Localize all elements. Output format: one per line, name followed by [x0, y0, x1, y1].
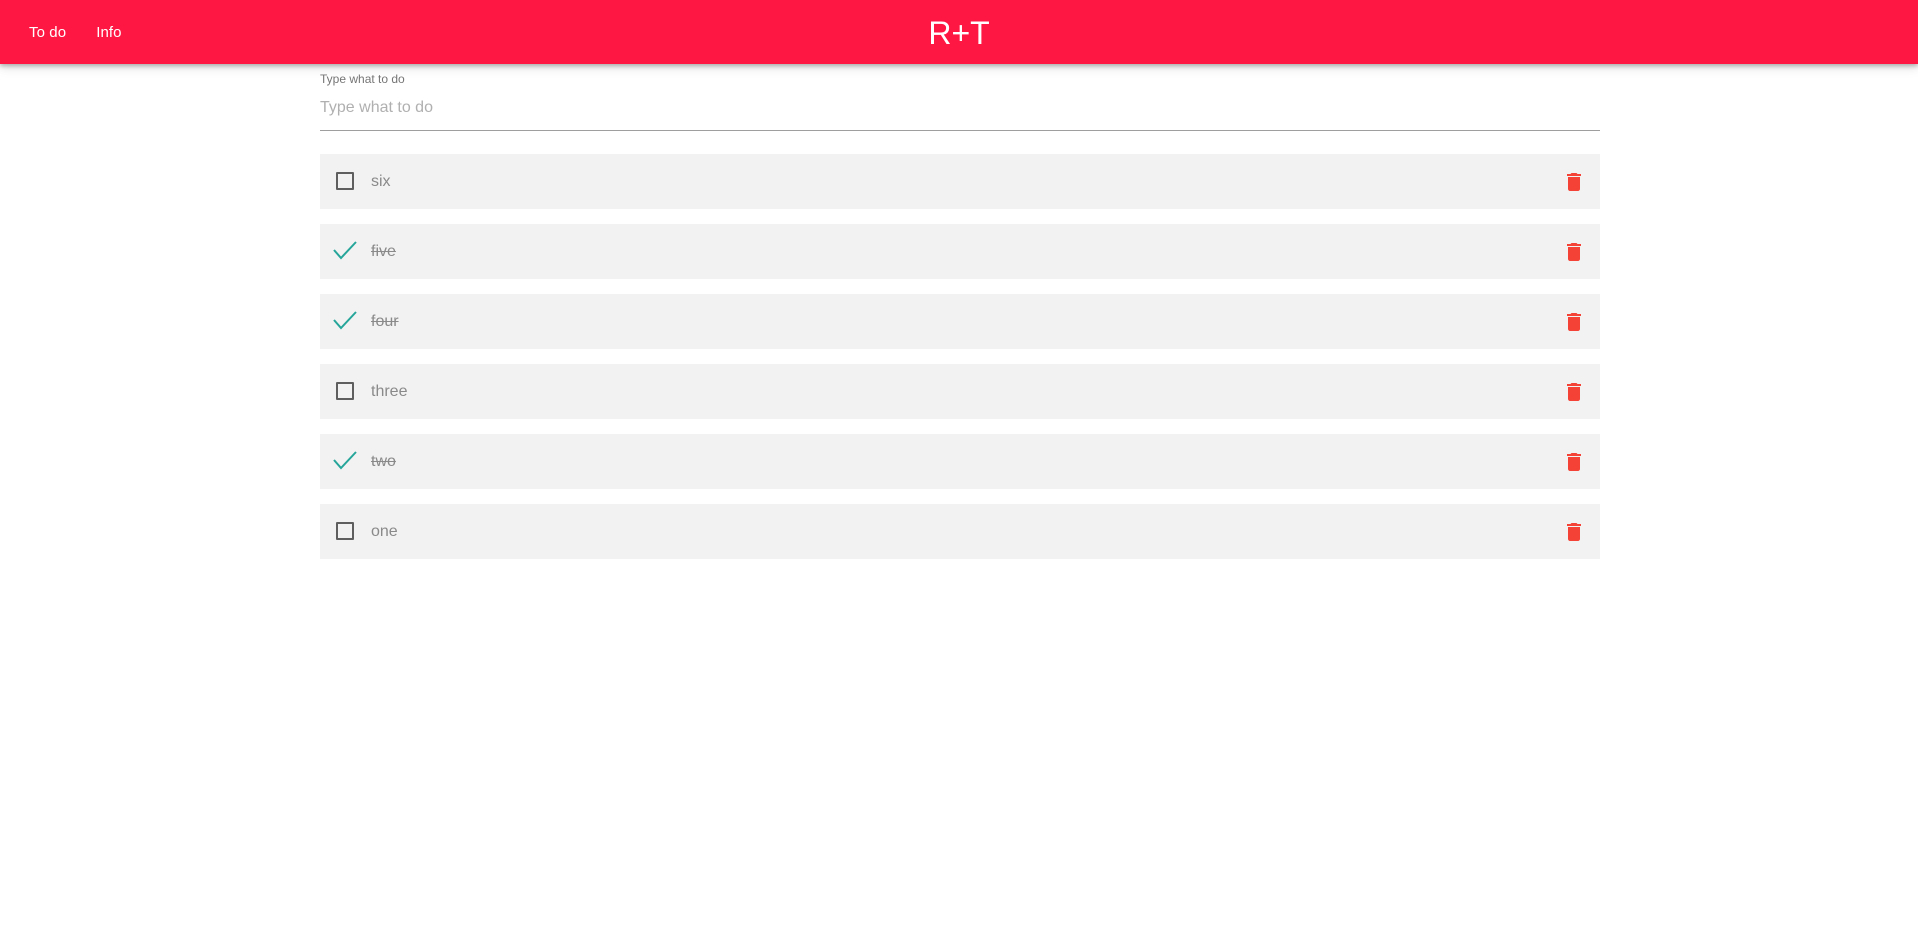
check-icon[interactable]	[333, 310, 357, 332]
checkbox-outline-icon[interactable]	[334, 520, 356, 542]
todo-item: six	[320, 154, 1600, 209]
new-todo-label: Type what to do	[320, 72, 405, 86]
todo-item: two	[320, 434, 1600, 489]
todo-item-text: six	[371, 173, 391, 190]
trash-icon[interactable]	[1562, 310, 1586, 334]
app-title: R+T	[928, 15, 990, 51]
todo-item: five	[320, 224, 1600, 279]
todo-list: six five four three two one	[320, 154, 1600, 574]
main-content: Type what to do six five four three two one	[320, 64, 1600, 559]
new-todo-field: Type what to do	[320, 64, 1600, 131]
todo-item-text: three	[371, 383, 408, 400]
todo-item-text: two	[371, 453, 396, 470]
trash-icon[interactable]	[1562, 240, 1586, 264]
trash-icon[interactable]	[1562, 450, 1586, 474]
trash-icon[interactable]	[1562, 520, 1586, 544]
check-icon[interactable]	[333, 240, 357, 262]
new-todo-input[interactable]	[320, 96, 1600, 120]
trash-icon[interactable]	[1562, 380, 1586, 404]
todo-item-text: five	[371, 243, 396, 260]
todo-item: three	[320, 364, 1600, 419]
check-icon[interactable]	[333, 450, 357, 472]
app-bar: To do Info R+T	[0, 0, 1918, 64]
todo-item-text: four	[371, 313, 399, 330]
trash-icon[interactable]	[1562, 170, 1586, 194]
checkbox-outline-icon[interactable]	[334, 170, 356, 192]
checkbox-outline-icon[interactable]	[334, 380, 356, 402]
todo-item: four	[320, 294, 1600, 349]
todo-item-text: one	[371, 523, 398, 540]
todo-item: one	[320, 504, 1600, 559]
